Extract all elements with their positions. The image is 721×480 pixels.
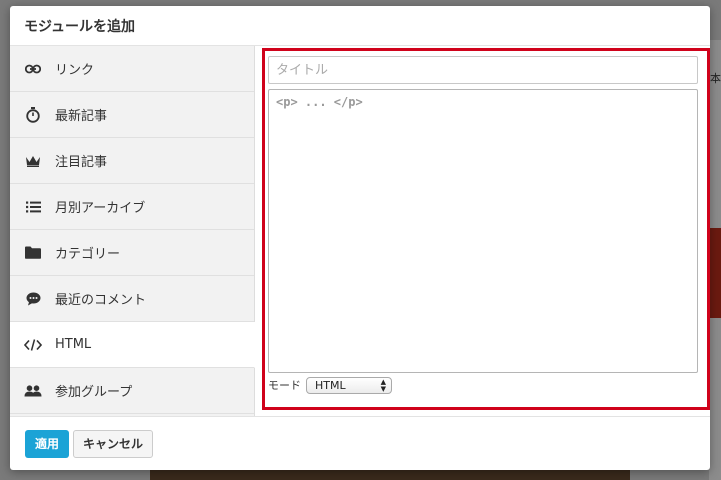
sidebar-item-categories[interactable]: カテゴリー <box>10 230 254 276</box>
sidebar-item-groups[interactable]: 参加グループ <box>10 368 254 414</box>
background-banner <box>709 228 721 318</box>
sidebar-item-label: HTML <box>55 337 92 352</box>
title-input[interactable] <box>268 56 698 84</box>
html-body-textarea[interactable] <box>268 89 698 373</box>
background-text: 本 <box>710 72 721 85</box>
cancel-button[interactable]: キャンセル <box>73 429 154 458</box>
users-icon <box>24 382 42 400</box>
dialog-footer: 適用 キャンセル <box>10 416 710 470</box>
sidebar-item-recent-comments[interactable]: 最近のコメント <box>10 276 254 322</box>
sidebar-item-featured-posts[interactable]: 注目記事 <box>10 138 254 184</box>
sidebar-item-latest-posts[interactable]: 最新記事 <box>10 92 254 138</box>
select-arrows-icon: ▲ ▼ <box>380 377 386 393</box>
comment-icon <box>24 290 42 308</box>
sidebar-item-label: カテゴリー <box>55 247 121 262</box>
sidebar-item-label: リンク <box>55 63 95 78</box>
sidebar-item-label: 最近のコメント <box>55 293 147 308</box>
dialog-header: モジュールを追加 <box>10 6 710 46</box>
sidebar-item-link[interactable]: リンク <box>10 46 254 92</box>
apply-button[interactable]: 適用 <box>25 429 70 458</box>
sidebar-item-label: 注目記事 <box>55 155 108 170</box>
sidebar-item-monthly-archive[interactable]: 月別アーカイブ <box>10 184 254 230</box>
dialog-body: リンク 最新記事 注目記事 月別アーカイブ カテゴリー 最近のコメント HTML… <box>10 46 710 416</box>
html-module-editor: モード HTML ▲▼ <box>255 46 710 416</box>
add-module-dialog: モジュールを追加 リンク 最新記事 注目記事 月別アーカイブ カテゴリー 最近の… <box>10 6 710 470</box>
mode-select[interactable]: HTML ▲ ▼ <box>306 376 392 394</box>
list-icon <box>24 198 42 216</box>
sidebar-item-label: 最新記事 <box>55 109 108 124</box>
code-icon <box>24 336 42 354</box>
dialog-title: モジュールを追加 <box>24 18 136 35</box>
sidebar-item-label: 参加グループ <box>55 385 133 400</box>
sidebar-item-html[interactable]: HTML <box>10 322 255 368</box>
crown-icon <box>24 152 42 170</box>
stopwatch-icon <box>24 106 42 124</box>
mode-label: モード <box>268 379 301 392</box>
link-icon <box>24 60 42 78</box>
sidebar-item-label: 月別アーカイブ <box>55 201 146 216</box>
folder-icon <box>24 244 42 262</box>
mode-row: モード HTML ▲ ▼ <box>268 376 392 394</box>
module-type-list: リンク 最新記事 注目記事 月別アーカイブ カテゴリー 最近のコメント HTML… <box>10 46 255 416</box>
mode-select-value: HTML <box>315 378 346 392</box>
